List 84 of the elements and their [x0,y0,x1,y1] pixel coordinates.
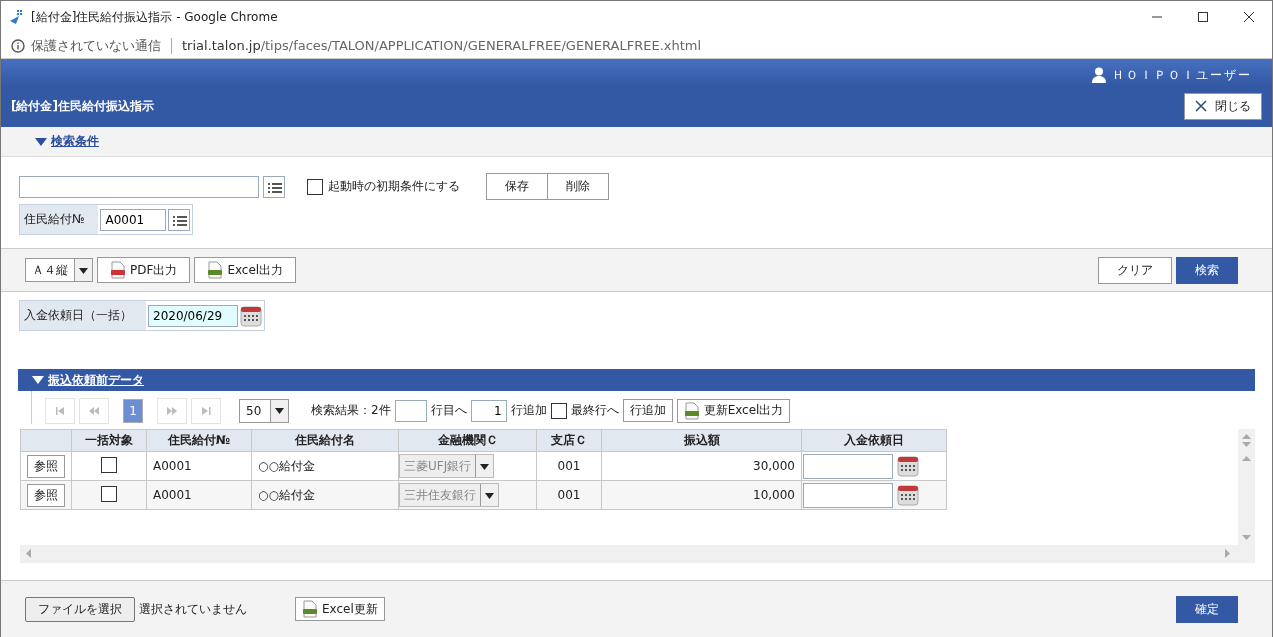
row-count-field[interactable]: 1 [470,399,507,422]
previous-page-icon [87,405,101,416]
calendar-icon[interactable] [897,484,919,506]
checkbox[interactable] [550,402,567,419]
close-icon [1195,100,1207,112]
info-icon [11,38,25,53]
window-title: [給付金]住民給付振込指示 - Google Chrome [31,8,279,26]
row-number-field[interactable] [394,399,427,422]
date-field[interactable] [803,453,893,479]
list-button[interactable] [168,208,191,231]
horizontal-scrollbar[interactable] [20,545,1255,562]
spreadsheet-file-icon [207,261,224,279]
app-logo-icon [9,9,25,25]
page-size-select[interactable]: 50 [239,398,289,423]
checkbox[interactable] [101,485,117,502]
table-cell: 001 [536,480,602,510]
text-field[interactable]: A0001 [100,208,167,231]
export-button[interactable]: Excel出力 [194,257,297,283]
close-button[interactable]: 閉じる [1184,92,1262,120]
section-link[interactable]: 検索条件 [51,133,99,150]
calendar-icon[interactable] [240,304,262,327]
pdf-file-icon [110,261,126,279]
view-button[interactable]: 参照 [27,483,65,507]
table-cell: A0001 [146,451,252,481]
excel-update-button[interactable]: Excel更新 [295,597,385,621]
user-name: ＨＯＩＰＯＩユーザー [1112,66,1252,84]
scroll-right-icon [1225,549,1231,558]
list-button[interactable] [263,175,285,198]
vertical-scrollbar[interactable] [1238,429,1255,545]
export-button[interactable]: PDF出力 [97,257,191,283]
date-field[interactable] [803,482,893,508]
next-page-icon [165,405,179,416]
table-cell: A0001 [146,480,252,510]
checkbox[interactable] [101,456,117,473]
search-button[interactable]: 検索 [1176,256,1238,284]
column-header: 入金依頼日 [801,429,947,452]
security-status: 保護されていない通信 [31,36,161,55]
paper-size-select[interactable]: Ａ４縦 [25,258,93,282]
result-count: 検索結果：2件 [311,402,391,419]
confirm-button[interactable]: 確定 [1176,595,1238,623]
section-link[interactable]: 振込依頼前データ [48,371,144,389]
table-cell: 001 [536,451,602,481]
spreadsheet-file-icon [302,600,318,618]
scroll-down-icon [1242,535,1251,541]
column-header: 支店Ｃ [536,429,602,452]
scroll-left-icon [26,549,32,558]
view-button[interactable]: 参照 [27,454,65,478]
close-icon[interactable] [1243,11,1255,23]
field-label: 行追加 [510,402,547,419]
expanded-triangle-icon[interactable] [32,375,44,385]
checkbox-label: 最終行へ [570,402,619,419]
file-status: 選択されていません [139,600,247,618]
export-button[interactable]: 更新Excel出力 [676,398,791,423]
file-select-button[interactable]: ファイルを選択 [25,596,135,622]
user-icon [1092,67,1106,83]
first-page-icon [53,405,67,416]
table-cell: 10,000 [601,480,802,510]
column-header: 一括対象 [71,429,147,452]
add-row-button[interactable]: 行追加 [622,399,673,422]
maximize-icon[interactable] [1197,11,1209,23]
scroll-arrows-icon [1242,433,1251,463]
table-cell: ○○給付金 [251,451,399,481]
field-label: 住民給付№ [20,205,99,234]
condition-field[interactable] [19,175,259,198]
last-page-icon [199,405,213,416]
field-label: 入金依頼日（一括） [20,301,146,330]
expanded-triangle-icon[interactable] [35,136,47,147]
clear-button[interactable]: クリア [1098,256,1172,284]
table-cell: 30,000 [601,451,802,481]
table-cell: ○○給付金 [251,480,399,510]
calendar-icon[interactable] [897,455,919,477]
url-text[interactable]: trial.talon.jp/tips/faces/TALON/APPLICATION/GENERALFREE/GENERALFREE.xhtml [182,38,702,53]
checkbox[interactable] [307,178,323,195]
page-title: [給付金]住民給付振込指示 [11,97,154,115]
action-button[interactable]: 削除 [548,173,609,200]
column-header: 住民給付№ [146,429,252,452]
spreadsheet-file-icon [683,401,700,420]
action-button[interactable]: 保存 [486,173,548,200]
column-header: 振込額 [601,429,802,452]
field-label: 行目へ [430,402,467,419]
checkbox-label: 起動時の初期条件にする [328,178,460,195]
column-header: 金融機関Ｃ [398,429,537,452]
column-header: 住民給付名 [251,429,399,452]
date-field[interactable]: 2020/06/29 [148,304,238,327]
